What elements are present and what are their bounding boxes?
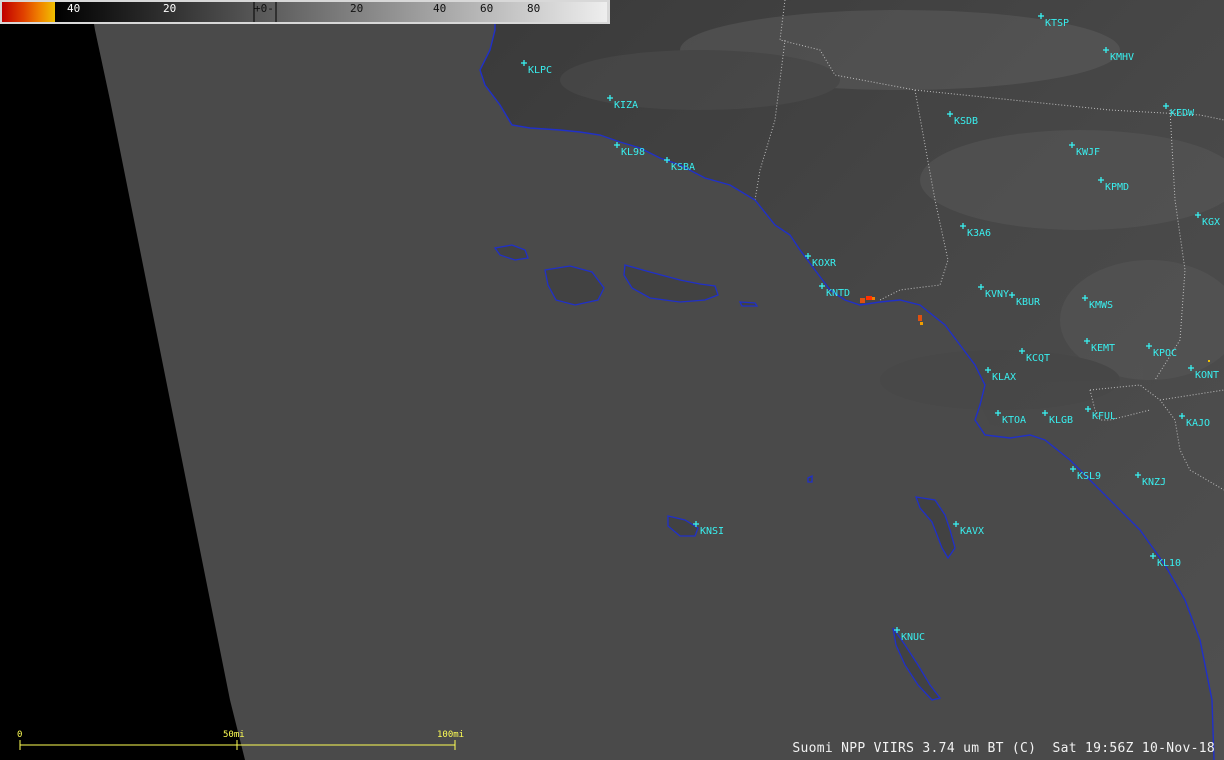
colorbar-hot-segment (2, 2, 55, 22)
colorbar: 40 20 +0- 20 40 60 80 (0, 0, 610, 24)
image-caption: Suomi NPP VIIRS 3.74 um BT (C) Sat 19:56… (792, 741, 1215, 756)
station-label: KLGB (1049, 415, 1073, 426)
station-label: KBUR (1016, 297, 1041, 308)
station-label: KFUL (1092, 411, 1116, 422)
station-label: KTSP (1045, 18, 1069, 29)
station-label: KAVX (960, 526, 984, 537)
scale-label-100mi: 100mi (437, 730, 464, 740)
station-label: KGX (1202, 217, 1220, 228)
colorbar-tick-label: +0- (254, 2, 274, 15)
station-label: KEMT (1091, 343, 1115, 354)
station-label: KLAX (992, 372, 1016, 383)
station-label: KIZA (614, 100, 638, 111)
station-label: KONT (1195, 370, 1219, 381)
station-label: KL98 (621, 147, 645, 158)
station-label: KNZJ (1142, 477, 1166, 488)
station-label: KLPC (528, 65, 552, 76)
station-label: KNSI (700, 526, 724, 537)
station-label: KEDW (1170, 108, 1195, 119)
station-label: KSDB (954, 116, 978, 127)
satellite-map[interactable]: KTSP KMHV KLPC KIZA KEDW KSDB KL98 KSBA KWJF KPMD… (0, 0, 1224, 760)
colorbar-tick-label: 40 (433, 2, 446, 15)
island-anacapa (738, 301, 759, 307)
station-label: K3A6 (967, 228, 991, 239)
colorbar-tick-label: 60 (480, 2, 493, 15)
station-label: KNTD (826, 288, 850, 299)
station-label: KOXR (812, 258, 837, 269)
station-label: KAJO (1186, 418, 1210, 429)
scale-label-50mi: 50mi (223, 730, 245, 740)
station-label: KL10 (1157, 558, 1181, 569)
station-label: KCQT (1026, 353, 1050, 364)
station-label: KNUC (901, 632, 925, 643)
station-label: KMHV (1110, 52, 1134, 63)
scale-label-0: 0 (17, 730, 22, 740)
station-label: KPMD (1105, 182, 1129, 193)
station-label: KPOC (1153, 348, 1177, 359)
station-label: KSBA (671, 162, 695, 173)
colorbar-tick-label: 20 (163, 2, 176, 15)
station-label: KWJF (1076, 147, 1100, 158)
station-label: KVNY (985, 289, 1009, 300)
colorbar-tick-label: 40 (67, 2, 80, 15)
colorbar-tick-label: 20 (350, 2, 363, 15)
station-label: KTOA (1002, 415, 1026, 426)
station-label: KSL9 (1077, 471, 1101, 482)
colorbar-gray-segment (55, 2, 607, 22)
colorbar-tick-label: 80 (527, 2, 540, 15)
station-label: KMWS (1089, 300, 1113, 311)
